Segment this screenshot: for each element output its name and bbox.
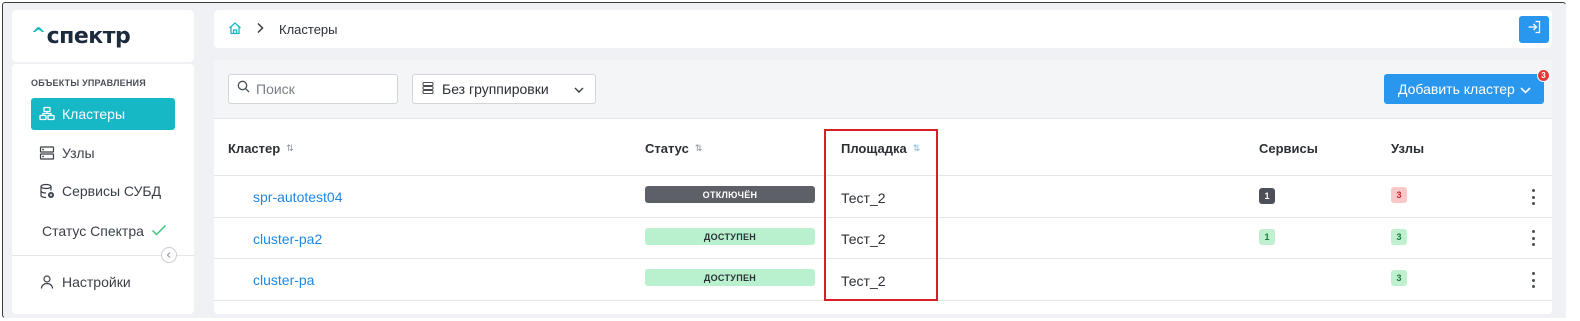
row-menu-icon[interactable] — [1528, 230, 1538, 246]
sidebar-item-label: Кластеры — [62, 106, 125, 122]
column-header-label: Узлы — [1391, 141, 1425, 156]
chevron-down-icon — [573, 83, 585, 99]
sidebar-item-clusters[interactable]: Кластеры — [31, 98, 175, 130]
sidebar-item-label: Сервисы СУБД — [62, 183, 162, 199]
sidebar-item-label: Настройки — [62, 274, 131, 290]
status-badge: ДОСТУПЕН — [645, 228, 815, 245]
column-header-status[interactable]: Статус ⇅ — [645, 141, 702, 156]
column-header-nodes: Узлы — [1391, 141, 1424, 156]
nodes-count-badge: 3 — [1391, 229, 1407, 245]
sort-icon[interactable]: ⇅ — [286, 143, 294, 154]
server-icon — [39, 145, 55, 161]
row-divider — [214, 217, 1552, 218]
user-icon — [39, 274, 55, 290]
table-header-divider — [214, 175, 1552, 176]
sidebar-item-label: Узлы — [62, 145, 95, 161]
cluster-link[interactable]: cluster-pa2 — [253, 231, 322, 247]
sort-active-icon[interactable]: ⇅ — [913, 143, 921, 154]
add-cluster-label: Добавить кластер — [1398, 81, 1515, 97]
row-menu-icon[interactable] — [1528, 272, 1538, 288]
status-badge: ДОСТУПЕН — [645, 269, 815, 286]
sidebar-item-dbms-services[interactable]: Сервисы СУБД — [31, 175, 175, 207]
spectr-status-label: Статус Спектра — [42, 223, 144, 239]
logout-button[interactable] — [1519, 16, 1549, 43]
top-header-bar — [214, 10, 1552, 48]
services-count-badge: 1 — [1259, 188, 1275, 204]
check-icon — [151, 223, 167, 239]
search-input[interactable] — [256, 81, 386, 97]
search-field[interactable] — [228, 74, 398, 104]
add-cluster-button[interactable]: Добавить кластер — [1384, 74, 1544, 104]
logo-caret: ^ — [31, 24, 46, 45]
brand-logo[interactable]: ^спектр — [31, 24, 131, 49]
cluster-icon — [39, 106, 55, 122]
sidebar-section-title: ОБЪЕКТЫ УПРАВЛЕНИЯ — [31, 78, 146, 88]
sidebar-collapse-button[interactable] — [161, 247, 177, 263]
row-divider — [214, 258, 1552, 259]
row-menu-icon[interactable] — [1528, 189, 1538, 205]
grouping-select[interactable]: Без группировки — [412, 74, 596, 104]
site-cell: Тест_2 — [841, 231, 886, 247]
status-badge: ОТКЛЮЧЁН — [645, 186, 815, 203]
site-cell: Тест_2 — [841, 190, 886, 206]
chevron-right-icon — [255, 21, 265, 40]
column-header-label: Кластер — [228, 141, 281, 156]
nodes-count-badge: 3 — [1391, 270, 1407, 286]
table-top-divider — [214, 118, 1552, 119]
chevron-down-icon — [1519, 83, 1532, 99]
site-cell: Тест_2 — [841, 273, 886, 289]
chevron-left-icon — [165, 246, 173, 264]
sidebar-item-nodes[interactable]: Узлы — [31, 137, 175, 169]
column-header-label: Сервисы — [1259, 141, 1318, 156]
column-header-services: Сервисы — [1259, 141, 1318, 156]
row-divider — [214, 300, 1552, 301]
sidebar-item-spectr-status[interactable]: Статус Спектра — [42, 223, 167, 239]
nodes-count-badge: 3 — [1391, 187, 1407, 203]
breadcrumb-current: Кластеры — [279, 22, 338, 37]
grouping-value: Без группировки — [442, 81, 549, 97]
logout-icon — [1527, 20, 1541, 39]
sidebar-item-settings[interactable]: Настройки — [31, 266, 175, 298]
logo-text: спектр — [46, 24, 131, 49]
sort-icon[interactable]: ⇅ — [695, 143, 703, 154]
stack-icon — [421, 81, 435, 98]
column-header-site[interactable]: Площадка ⇅ — [841, 141, 920, 156]
services-count-badge: 1 — [1259, 229, 1275, 245]
column-header-label: Статус — [645, 141, 689, 156]
cluster-link[interactable]: cluster-pa — [253, 272, 314, 288]
cluster-link[interactable]: spr-autotest04 — [253, 189, 343, 205]
column-header-label: Площадка — [841, 141, 907, 156]
home-icon[interactable] — [228, 21, 242, 40]
database-icon — [39, 183, 55, 199]
search-icon — [237, 80, 250, 98]
notification-badge: 3 — [1537, 69, 1550, 82]
column-header-cluster[interactable]: Кластер ⇅ — [228, 141, 294, 156]
